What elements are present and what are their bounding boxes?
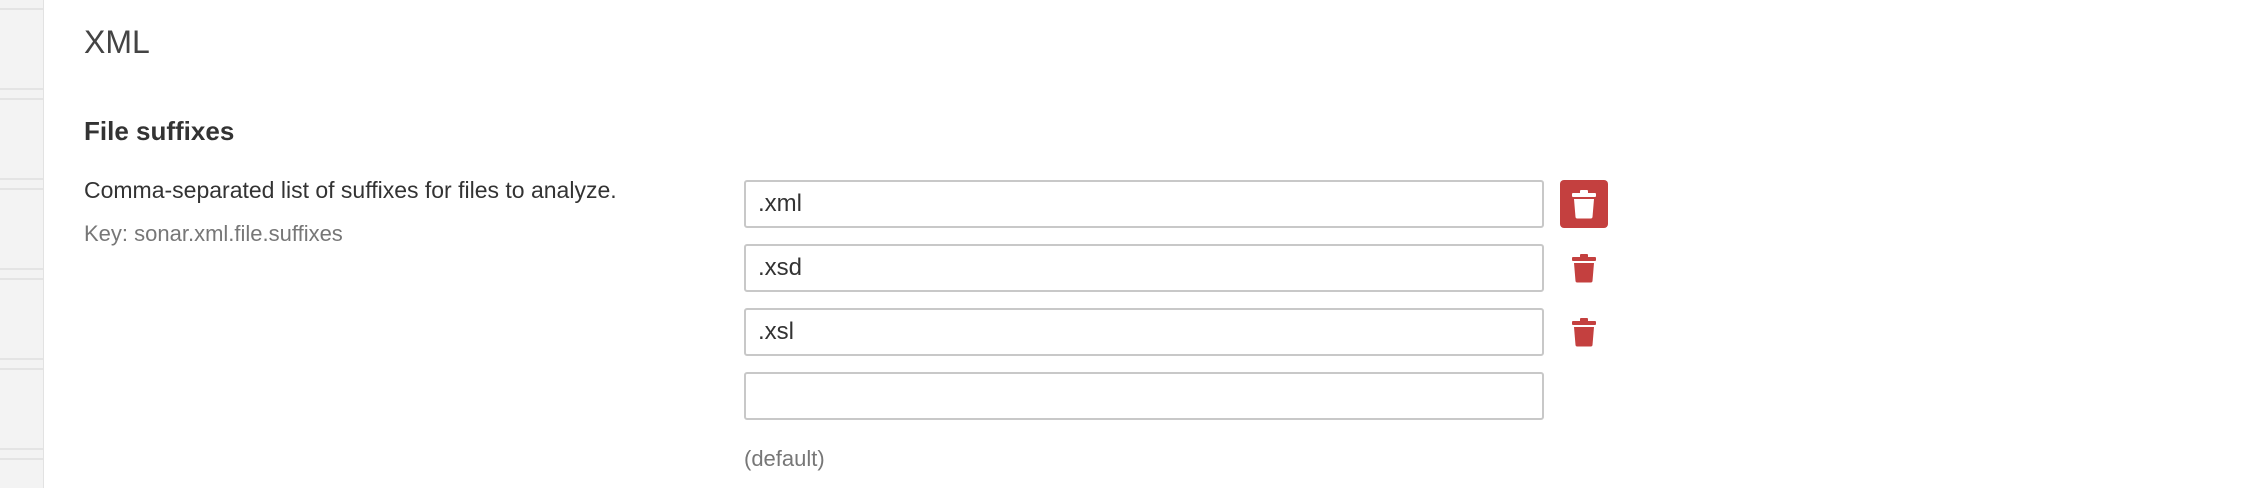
trash-icon (1572, 190, 1596, 219)
rail-divider (0, 358, 43, 360)
default-indicator: (default) (744, 446, 825, 471)
rail-divider (0, 188, 43, 190)
suffix-value-input[interactable] (744, 308, 1544, 356)
left-rail (0, 0, 44, 488)
rail-divider (0, 268, 43, 270)
rail-divider (0, 458, 43, 460)
delete-value-button[interactable] (1560, 308, 1608, 356)
suffix-value-row (744, 308, 1624, 356)
rail-divider (0, 88, 43, 90)
trash-icon (1572, 318, 1596, 347)
rail-divider (0, 448, 43, 450)
rail-divider (0, 278, 43, 280)
delete-value-button[interactable] (1560, 180, 1608, 228)
settings-page: XML File suffixes Comma-separated list o… (0, 0, 2256, 488)
suffix-value-row (744, 180, 1624, 228)
suffix-value-input[interactable] (744, 180, 1544, 228)
setting-title: File suffixes (84, 116, 235, 146)
suffix-value-input[interactable] (744, 244, 1544, 292)
rail-divider (0, 8, 43, 10)
rail-divider (0, 98, 43, 100)
new-suffix-row (744, 372, 1624, 420)
delete-value-button[interactable] (1560, 244, 1608, 292)
rail-divider (0, 178, 43, 180)
trash-icon (1572, 254, 1596, 283)
setting-key: Key: sonar.xml.file.suffixes (84, 221, 343, 246)
rail-divider (0, 368, 43, 370)
suffix-value-row (744, 244, 1624, 292)
section-title: XML (84, 24, 150, 60)
new-suffix-input[interactable] (744, 372, 1544, 420)
suffix-values-list (744, 180, 1624, 436)
setting-description: Comma-separated list of suffixes for fil… (84, 177, 617, 203)
